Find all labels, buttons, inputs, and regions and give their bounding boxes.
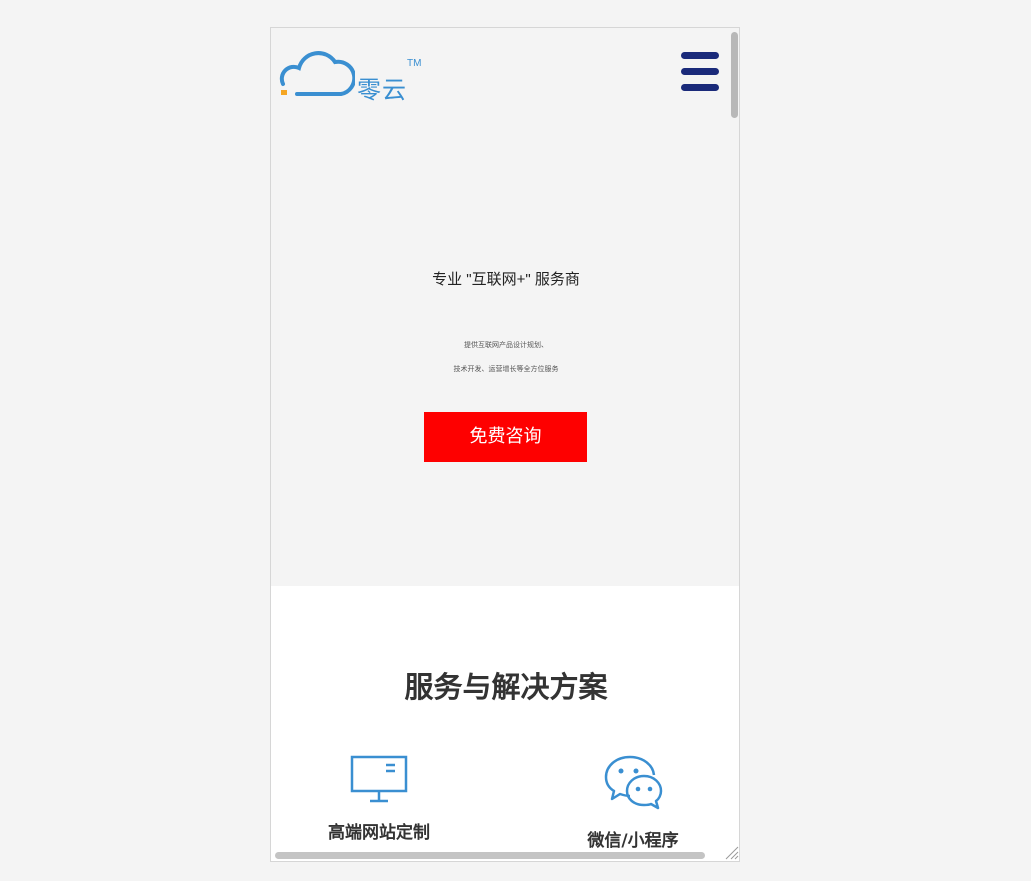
services-title: 服务与解决方案 <box>404 670 608 704</box>
mobile-viewport: 零云 TM 专业 "互联网+" 服务商 提供互联网产品设计规划、 技术开发、运营… <box>270 27 740 862</box>
site-header: 零云 TM <box>271 28 739 118</box>
hero-subtitle-line2: 技术开发、运营增长等全方位服务 <box>453 366 559 373</box>
menu-bar <box>681 84 719 91</box>
service-item-website[interactable]: 高端网站定制 <box>279 754 479 843</box>
service-item-wechat[interactable]: 微信/小程序 <box>533 754 733 851</box>
logo-text: 零云 <box>357 76 407 104</box>
resize-grip-icon[interactable] <box>723 844 739 860</box>
vertical-scrollbar[interactable] <box>731 32 738 118</box>
cloud-logo-icon <box>279 51 355 96</box>
trademark-mark: TM <box>407 58 422 69</box>
hero-section: 专业 "互联网+" 服务商 提供互联网产品设计规划、 技术开发、运营增长等全方位… <box>271 118 739 586</box>
hero-subtitle-line1: 提供互联网产品设计规划、 <box>464 342 548 349</box>
services-section: 服务与解决方案 高端网站定制 微信/小程序 <box>271 586 739 861</box>
wechat-icon <box>604 755 663 810</box>
free-consult-button[interactable]: 免费咨询 <box>424 412 587 462</box>
hero-title: 专业 "互联网+" 服务商 <box>432 271 580 288</box>
menu-bar <box>681 52 719 59</box>
site-logo[interactable]: 零云 TM <box>279 48 429 104</box>
menu-bar <box>681 68 719 75</box>
horizontal-scrollbar[interactable] <box>275 852 705 859</box>
hamburger-menu-icon[interactable] <box>679 50 721 94</box>
monitor-icon <box>350 755 408 803</box>
service-label: 高端网站定制 <box>328 823 430 843</box>
service-label: 微信/小程序 <box>587 831 679 851</box>
